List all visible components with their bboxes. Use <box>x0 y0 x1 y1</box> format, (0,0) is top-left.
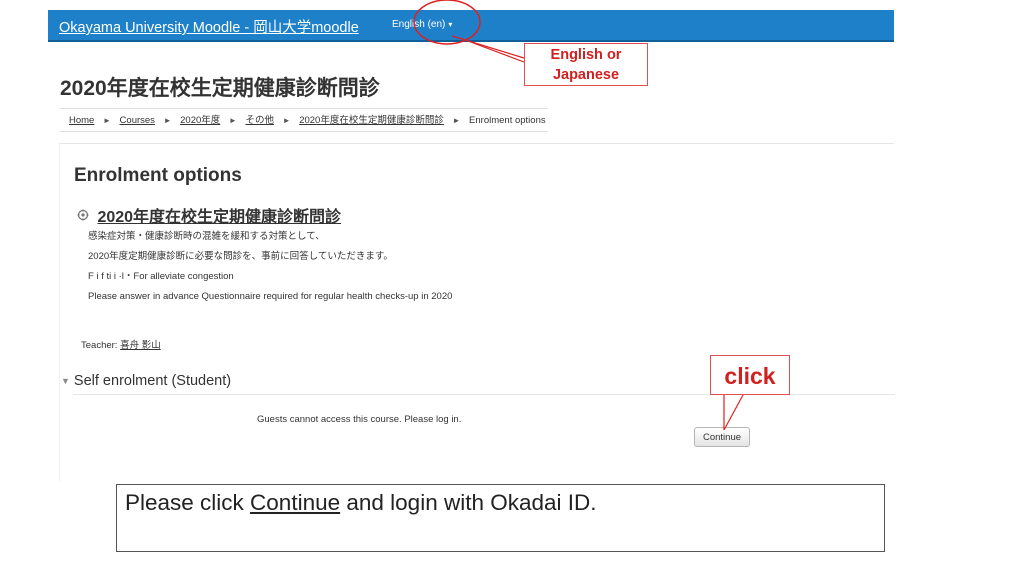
breadcrumb-separator: ► <box>228 116 237 125</box>
instruction-text-before: Please click <box>125 490 251 515</box>
summary-line: F i f ti i ·l・For alleviate congestion <box>88 271 234 282</box>
breadcrumb-courses[interactable]: Courses <box>120 115 155 126</box>
course-summary: 感染症対策・健康診断時の混雑を緩和する対策として、 2020年度定期健康診断に必… <box>88 230 452 310</box>
language-callout: English or Japanese <box>524 43 648 86</box>
enrolment-heading: Enrolment options <box>74 165 242 186</box>
teacher-row: Teacher: 喜舟 影山 <box>81 337 161 351</box>
summary-line: 感染症対策・健康診断時の混雑を緩和する対策として、 <box>88 231 325 242</box>
instruction-box: Please click Continue and login with Oka… <box>116 484 885 552</box>
breadcrumb-year[interactable]: 2020年度 <box>180 115 220 126</box>
summary-line: Please answer in advance Questionnaire r… <box>88 291 453 302</box>
breadcrumb-course[interactable]: 2020年度在校生定期健康診断問診 <box>299 115 444 126</box>
click-callout: click <box>710 355 790 395</box>
site-name-link[interactable]: Okayama University Moodle - 岡山大学moodle <box>59 16 359 37</box>
breadcrumb-other[interactable]: その他 <box>245 115 274 126</box>
course-name-link[interactable]: 2020年度在校生定期健康診断問診 <box>97 209 341 226</box>
course-icon <box>77 209 89 221</box>
breadcrumb-separator: ► <box>102 116 111 125</box>
breadcrumb: Home ► Courses ► 2020年度 ► その他 ► 2020年度在校… <box>59 108 548 132</box>
breadcrumb-separator: ► <box>282 116 291 125</box>
breadcrumb-separator: ► <box>163 116 172 125</box>
language-label: English (en) <box>392 19 446 30</box>
language-callout-line1: English or <box>550 47 622 63</box>
breadcrumb-home[interactable]: Home <box>69 115 94 126</box>
course-title-row: 2020年度在校生定期健康診断問診 <box>77 203 341 227</box>
self-enrolment-label: Self enrolment (Student) <box>73 373 232 390</box>
self-enrolment-header[interactable]: ▼ Self enrolment (Student) <box>61 373 231 389</box>
triangle-down-icon: ▼ <box>61 376 70 387</box>
breadcrumb-separator: ► <box>452 116 461 125</box>
instruction-text-after: and login with Okadai ID. <box>340 490 597 515</box>
chevron-down-icon: ▾ <box>448 20 453 29</box>
language-menu[interactable]: English (en) ▾ <box>392 19 452 30</box>
breadcrumb-current: Enrolment options <box>469 115 546 126</box>
top-navbar: Okayama University Moodle - 岡山大学moodle E… <box>48 10 894 42</box>
instruction-continue-link: Continue <box>250 490 341 515</box>
language-callout-line2: Japanese <box>552 67 620 83</box>
teacher-label: Teacher: <box>81 340 121 351</box>
summary-line: 2020年度定期健康診断に必要な問診を、事前に回答していただきます。 <box>88 251 393 262</box>
main-region: Enrolment options 2020年度在校生定期健康診断問診 感染症対… <box>59 143 895 481</box>
continue-button[interactable]: Continue <box>694 427 750 447</box>
page-title: 2020年度在校生定期健康診断問診 <box>60 77 380 100</box>
teacher-name-link[interactable]: 喜舟 影山 <box>120 340 161 351</box>
guest-access-message: Guests cannot access this course. Please… <box>257 414 462 425</box>
